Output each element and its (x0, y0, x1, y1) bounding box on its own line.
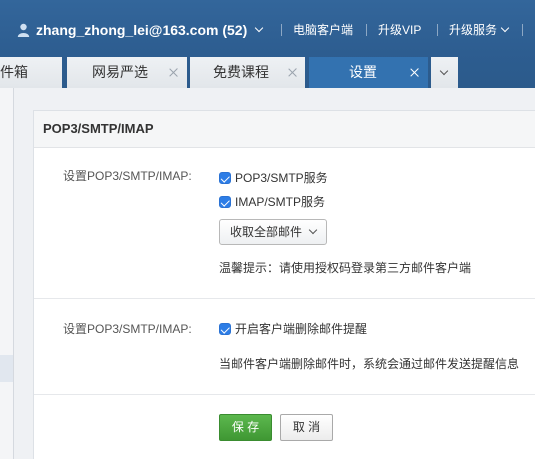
tab-yanxuan[interactable]: 网易严选 (67, 57, 187, 88)
section2-label: 设置POP3/SMTP/IMAP: (63, 322, 192, 336)
sidebar (0, 88, 14, 459)
settings-panel: POP3/SMTP/IMAP 设置POP3/SMTP/IMAP: POP3/SM… (33, 110, 535, 459)
pop3-smtp-option[interactable]: POP3/SMTP服务 (219, 170, 328, 186)
account-menu[interactable]: zhang_zhong_lei@163.com (52) (36, 22, 264, 38)
imap-smtp-label: IMAP/SMTP服务 (235, 195, 326, 209)
delete-alert-checkbox[interactable] (219, 323, 231, 335)
tab-free-courses[interactable]: 免费课程 (190, 57, 305, 88)
auth-code-tip: 温馨提示：请使用授权码登录第三方邮件客户端 (219, 261, 472, 275)
pop3-smtp-checkbox[interactable] (219, 172, 231, 184)
cancel-button[interactable]: 取 消 (280, 414, 333, 441)
header-divider (522, 24, 523, 36)
sidebar-selected-item[interactable] (0, 355, 13, 382)
tab-settings[interactable]: 设置 (309, 57, 428, 88)
tab-inbox[interactable]: 件箱 (0, 57, 62, 88)
tab-label: 网易严选 (92, 64, 148, 80)
chevron-down-icon (500, 23, 510, 33)
divider (34, 298, 535, 299)
chevron-down-icon (255, 23, 264, 33)
desktop-client-link[interactable]: 电脑客户端 (293, 22, 353, 38)
upgrade-service-label: 升级服务 (449, 23, 498, 37)
user-icon (17, 23, 30, 37)
save-button[interactable]: 保 存 (219, 414, 272, 441)
imap-smtp-checkbox[interactable] (219, 196, 231, 208)
tab-label: 设置 (349, 64, 377, 80)
panel-header: POP3/SMTP/IMAP (34, 111, 535, 148)
header-divider (281, 24, 282, 36)
fetch-mail-select[interactable]: 收取全部邮件 (219, 219, 327, 245)
delete-alert-option[interactable]: 开启客户端删除邮件提醒 (219, 321, 367, 337)
desktop-client-label: 电脑客户端 (293, 23, 354, 37)
tab-label: 件箱 (0, 64, 28, 80)
tab-label: 免费课程 (213, 64, 269, 80)
tabs-menu-button[interactable] (431, 57, 458, 88)
section1-label: 设置POP3/SMTP/IMAP: (63, 169, 192, 183)
close-icon[interactable] (169, 68, 178, 77)
imap-smtp-option[interactable]: IMAP/SMTP服务 (219, 194, 325, 210)
panel-title: POP3/SMTP/IMAP (43, 121, 154, 136)
upgrade-service-menu[interactable]: 升级服务 (449, 22, 510, 38)
chevron-down-icon (439, 66, 449, 76)
delete-alert-description: 当邮件客户端删除邮件时，系统会通过邮件发送提醒信息 (219, 357, 520, 371)
delete-alert-label: 开启客户端删除邮件提醒 (235, 322, 368, 336)
upgrade-vip-label: 升级VIP (378, 23, 422, 37)
account-email: zhang_zhong_lei@163.com (52) (36, 22, 248, 38)
fetch-mail-value: 收取全部邮件 (230, 225, 303, 239)
header-divider (366, 24, 367, 36)
header-divider (437, 24, 438, 36)
close-icon[interactable] (288, 68, 297, 77)
upgrade-vip-link[interactable]: 升级VIP (378, 22, 421, 38)
divider (34, 394, 535, 395)
chevron-down-icon (308, 225, 318, 235)
pop3-smtp-label: POP3/SMTP服务 (235, 171, 328, 185)
close-icon[interactable] (410, 68, 419, 77)
